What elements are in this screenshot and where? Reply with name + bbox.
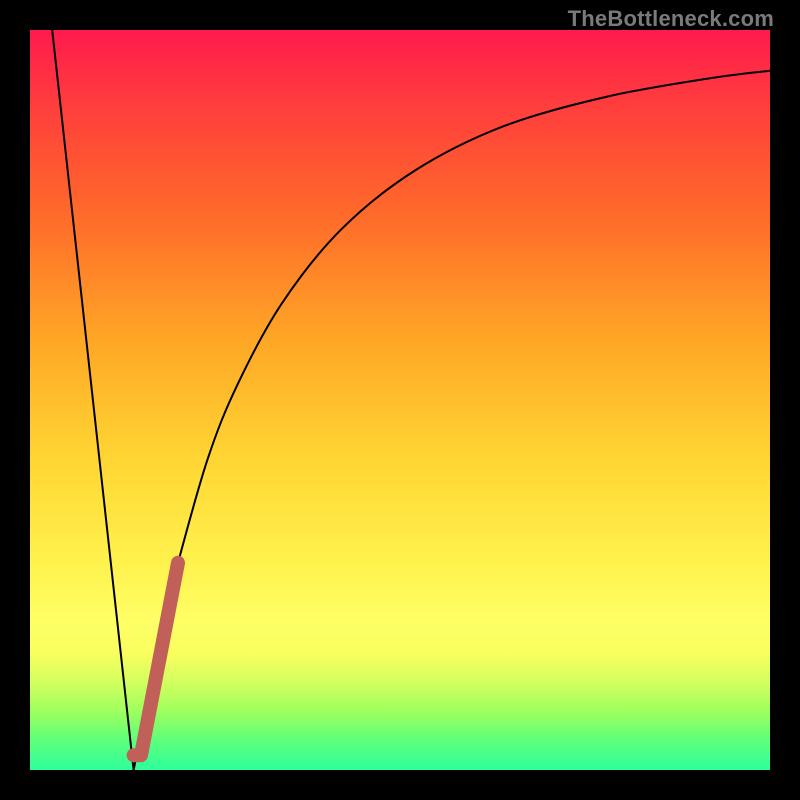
watermark-text: TheBottleneck.com (568, 6, 774, 32)
chart-svg (30, 30, 770, 770)
series-rising-curve (134, 71, 770, 770)
series-falling-line (52, 30, 133, 770)
series-highlight-segment (134, 563, 178, 755)
chart-frame: TheBottleneck.com (0, 0, 800, 800)
